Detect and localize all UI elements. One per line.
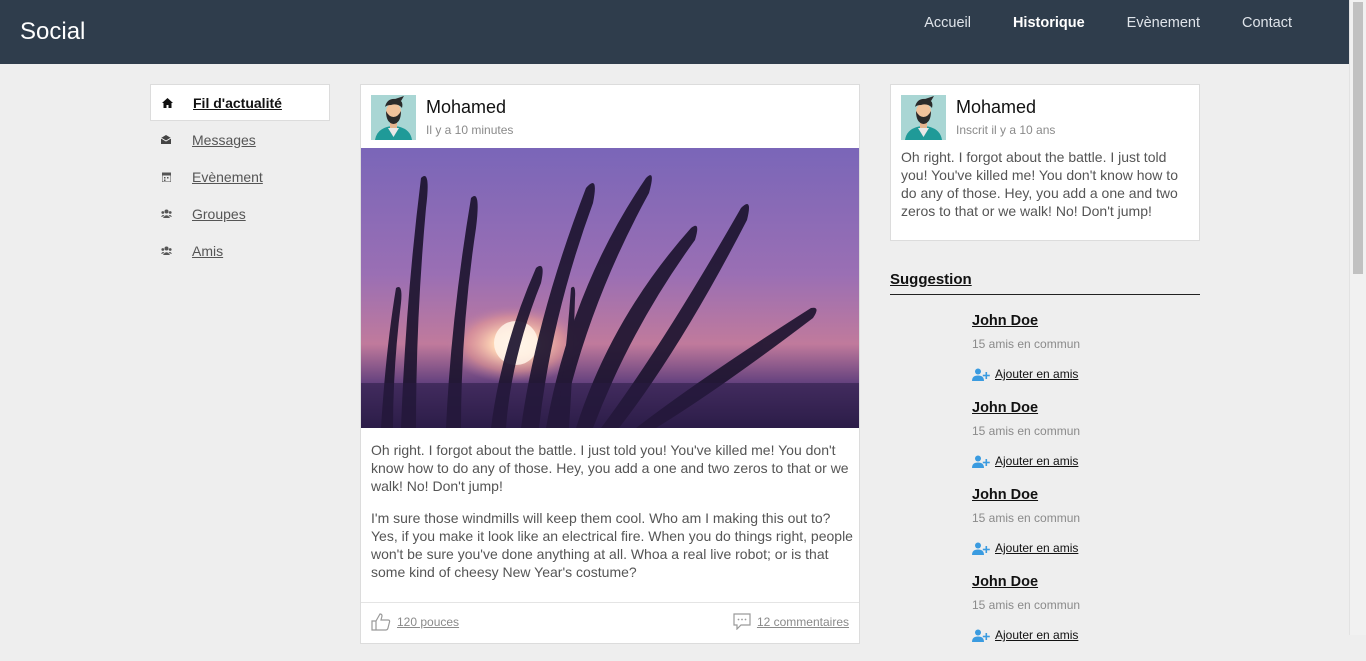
- nav-accueil[interactable]: Accueil: [903, 15, 992, 31]
- sidebar-menu: Fil d'actualité Messages Evènement Group…: [150, 84, 330, 269]
- sidebar-item-groupes[interactable]: Groupes: [150, 195, 330, 232]
- brand-logo[interactable]: Social: [20, 18, 85, 46]
- mutual-friends: 15 amis en commun: [972, 511, 1081, 525]
- user-plus-icon: [972, 368, 990, 381]
- suggestion-item: John Doe 15 amis en commun Ajouter en am…: [972, 313, 1202, 400]
- suggestion-item: John Doe 15 amis en commun Ajouter en am…: [972, 400, 1202, 487]
- profile-card: Mohamed Inscrit il y a 10 ans Oh right. …: [890, 84, 1200, 241]
- calendar-icon: [160, 171, 172, 183]
- post-paragraph: Oh right. I forgot about the battle. I j…: [371, 442, 849, 494]
- sidebar-item-messages[interactable]: Messages: [150, 121, 330, 158]
- profile-name[interactable]: Mohamed: [956, 97, 1036, 118]
- page-scrollbar[interactable]: [1349, 0, 1366, 635]
- sidebar-item-label: Evènement: [192, 168, 263, 185]
- envelope-icon: [160, 134, 172, 146]
- home-icon: [161, 97, 173, 109]
- post-footer: 120 pouces 12 commentaires: [361, 602, 859, 642]
- comments-count[interactable]: 12 commentaires: [757, 615, 849, 629]
- mutual-friends: 15 amis en commun: [972, 424, 1081, 438]
- user-plus-icon: [972, 542, 990, 555]
- post-image[interactable]: [361, 148, 859, 428]
- nav-contact[interactable]: Contact: [1221, 15, 1313, 31]
- sidebar-item-fil-actualite[interactable]: Fil d'actualité: [150, 84, 330, 121]
- top-navbar: Social Accueil Historique Evènement Cont…: [0, 0, 1349, 64]
- post-author-name[interactable]: Mohamed: [426, 97, 506, 118]
- comment-icon: [733, 613, 751, 630]
- suggestion-item: John Doe 15 amis en commun Ajouter en am…: [972, 574, 1202, 661]
- post-header: Mohamed Il y a 10 minutes: [361, 85, 859, 148]
- suggestion-name[interactable]: John Doe: [972, 574, 1038, 590]
- add-friend-label: Ajouter en amis: [995, 541, 1079, 555]
- add-friend-button[interactable]: Ajouter en amis: [972, 454, 1078, 468]
- user-plus-icon: [972, 629, 990, 642]
- author-avatar[interactable]: [371, 95, 416, 140]
- sidebar-item-evenement[interactable]: Evènement: [150, 158, 330, 195]
- sidebar-item-label: Groupes: [192, 205, 246, 222]
- profile-bio: Oh right. I forgot about the battle. I j…: [901, 149, 1178, 219]
- user-plus-icon: [972, 455, 990, 468]
- suggestion-name[interactable]: John Doe: [972, 487, 1038, 503]
- group-icon: [160, 208, 172, 220]
- add-friend-button[interactable]: Ajouter en amis: [972, 367, 1078, 381]
- post-body: Oh right. I forgot about the battle. I j…: [371, 441, 853, 595]
- sidebar-item-label: Messages: [192, 131, 256, 148]
- add-friend-button[interactable]: Ajouter en amis: [972, 628, 1078, 642]
- scrollbar-thumb[interactable]: [1353, 2, 1363, 274]
- add-friend-button[interactable]: Ajouter en amis: [972, 541, 1078, 555]
- suggestion-name[interactable]: John Doe: [972, 313, 1038, 329]
- post-card: Mohamed Il y a 10 minutes Oh right. I fo…: [360, 84, 860, 644]
- nav-evenement[interactable]: Evènement: [1106, 15, 1221, 31]
- thumbs-up-icon: [371, 613, 391, 631]
- friends-icon: [160, 245, 172, 257]
- add-friend-label: Ajouter en amis: [995, 367, 1079, 381]
- main-nav: Accueil Historique Evènement Contact: [903, 15, 1313, 31]
- profile-avatar[interactable]: [901, 95, 946, 140]
- like-button[interactable]: 120 pouces: [371, 613, 459, 631]
- sidebar-item-label: Fil d'actualité: [193, 94, 282, 111]
- post-timestamp: Il y a 10 minutes: [426, 123, 514, 137]
- sidebar-item-label: Amis: [192, 242, 224, 259]
- mutual-friends: 15 amis en commun: [972, 337, 1081, 351]
- suggestion-list: John Doe 15 amis en commun Ajouter en am…: [972, 313, 1202, 661]
- comments-button[interactable]: 12 commentaires: [733, 613, 849, 630]
- suggestion-item: John Doe 15 amis en commun Ajouter en am…: [972, 487, 1202, 574]
- suggestion-name[interactable]: John Doe: [972, 400, 1038, 416]
- add-friend-label: Ajouter en amis: [995, 454, 1079, 468]
- sidebar-item-amis[interactable]: Amis: [150, 232, 330, 269]
- mutual-friends: 15 amis en commun: [972, 598, 1081, 612]
- likes-count[interactable]: 120 pouces: [397, 615, 459, 629]
- suggestion-heading: Suggestion: [890, 271, 1200, 295]
- profile-member-since: Inscrit il y a 10 ans: [956, 123, 1056, 137]
- nav-historique[interactable]: Historique: [992, 15, 1106, 31]
- add-friend-label: Ajouter en amis: [995, 628, 1079, 642]
- post-paragraph: I'm sure those windmills will keep them …: [371, 510, 853, 580]
